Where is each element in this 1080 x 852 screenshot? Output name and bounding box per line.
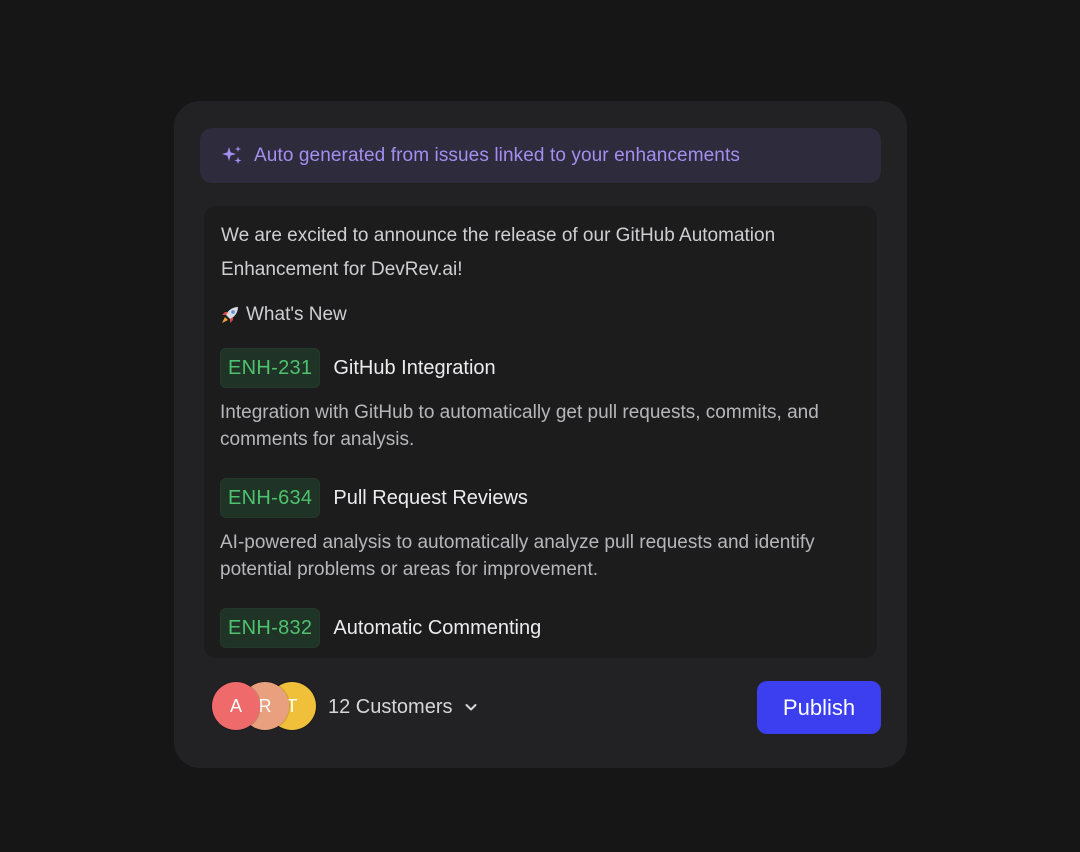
customers-label: 12 Customers <box>328 695 453 718</box>
release-notes-content[interactable]: We are excited to announce the release o… <box>204 206 877 658</box>
footer-bar: A R T 12 Customers <box>212 679 479 735</box>
auto-generated-banner: Auto generated from issues linked to you… <box>200 128 881 183</box>
enhancement-item: ENH-231 GitHub Integration <box>220 348 496 388</box>
avatar: A <box>212 682 260 730</box>
customer-avatars[interactable]: A R T <box>212 682 318 732</box>
enhancement-tag[interactable]: ENH-231 <box>220 348 321 388</box>
enhancement-item: ENH-832 Automatic Commenting <box>220 608 541 648</box>
enhancement-title: Pull Request Reviews <box>333 486 528 509</box>
enhancement-title: GitHub Integration <box>333 356 496 379</box>
customers-dropdown[interactable]: 12 Customers <box>328 696 479 719</box>
release-notes-card: Auto generated from issues linked to you… <box>174 101 907 768</box>
rocket-icon <box>219 304 241 326</box>
enhancement-item: ENH-634 Pull Request Reviews <box>220 478 528 518</box>
chevron-down-icon <box>463 699 479 715</box>
enhancement-description: Integration with GitHub to automatically… <box>220 402 819 450</box>
enhancement-tag[interactable]: ENH-832 <box>220 608 321 648</box>
enhancement-title: Automatic Commenting <box>333 616 542 639</box>
sparkles-icon <box>220 144 244 168</box>
enhancement-description: AI-powered analysis to automatically ana… <box>220 532 815 580</box>
banner-text: Auto generated from issues linked to you… <box>254 144 740 166</box>
whats-new-heading: What's New <box>219 304 347 326</box>
publish-button[interactable]: Publish <box>757 681 881 734</box>
enhancement-tag[interactable]: ENH-634 <box>220 478 321 518</box>
whats-new-label: What's New <box>246 304 347 325</box>
intro-text: We are excited to announce the release o… <box>221 225 776 280</box>
